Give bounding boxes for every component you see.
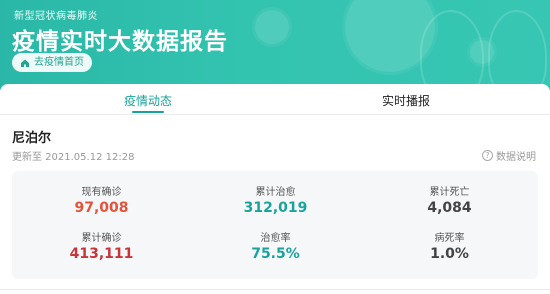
question-icon: ? xyxy=(482,150,493,161)
stat-fatality-rate: 病死率 1.0% xyxy=(362,229,537,262)
tab-epidemic-news[interactable]: 疫情动态 xyxy=(88,92,208,109)
region-name: 尼泊尔 xyxy=(12,131,52,146)
stat-label: 累计治愈 xyxy=(255,187,296,198)
stat-current-confirmed: 现有确诊 97,008 xyxy=(14,183,189,216)
home-icon xyxy=(21,59,29,67)
stat-label: 治愈率 xyxy=(260,233,291,244)
stat-label: 现有确诊 xyxy=(81,187,122,198)
go-home-button[interactable]: 去疫情首页 xyxy=(12,53,92,72)
data-explanation-label: 数据说明 xyxy=(496,152,536,163)
stat-value: 4,084 xyxy=(427,200,472,216)
stat-value: 413,111 xyxy=(69,246,134,262)
stat-value: 97,008 xyxy=(74,200,129,216)
tab-bar: 疫情动态 实时播报 xyxy=(0,84,550,115)
stat-total-deaths: 累计死亡 4,084 xyxy=(362,183,537,216)
stat-label: 累计确诊 xyxy=(81,233,122,244)
data-card: 疫情动态 实时播报 尼泊尔 更新至 2021.05.12 12:28 ? 数据说… xyxy=(0,84,550,294)
banner-subtitle: 新型冠状病毒肺炎 xyxy=(14,11,98,22)
stat-value: 75.5% xyxy=(251,246,300,262)
stat-value: 312,019 xyxy=(243,200,308,216)
go-home-label: 去疫情首页 xyxy=(34,57,84,68)
stat-total-confirmed: 累计确诊 413,111 xyxy=(14,229,189,262)
divider xyxy=(0,289,550,290)
data-explanation-link[interactable]: ? 数据说明 xyxy=(482,148,536,163)
stats-panel: 现有确诊 97,008 累计治愈 312,019 累计死亡 4,084 累计确诊… xyxy=(12,171,538,279)
stat-value: 1.0% xyxy=(430,246,469,262)
virus-illustration-icon xyxy=(255,10,289,44)
stat-total-recovered: 累计治愈 312,019 xyxy=(188,183,363,216)
page-title: 疫情实时大数据报告 xyxy=(12,29,228,55)
stat-recovery-rate: 治愈率 75.5% xyxy=(188,229,363,262)
update-timestamp: 更新至 2021.05.12 12:28 xyxy=(12,152,135,163)
stat-label: 病死率 xyxy=(434,233,465,244)
active-tab-indicator xyxy=(132,111,164,113)
stat-label: 累计死亡 xyxy=(429,187,470,198)
tab-live-broadcast[interactable]: 实时播报 xyxy=(346,92,466,109)
